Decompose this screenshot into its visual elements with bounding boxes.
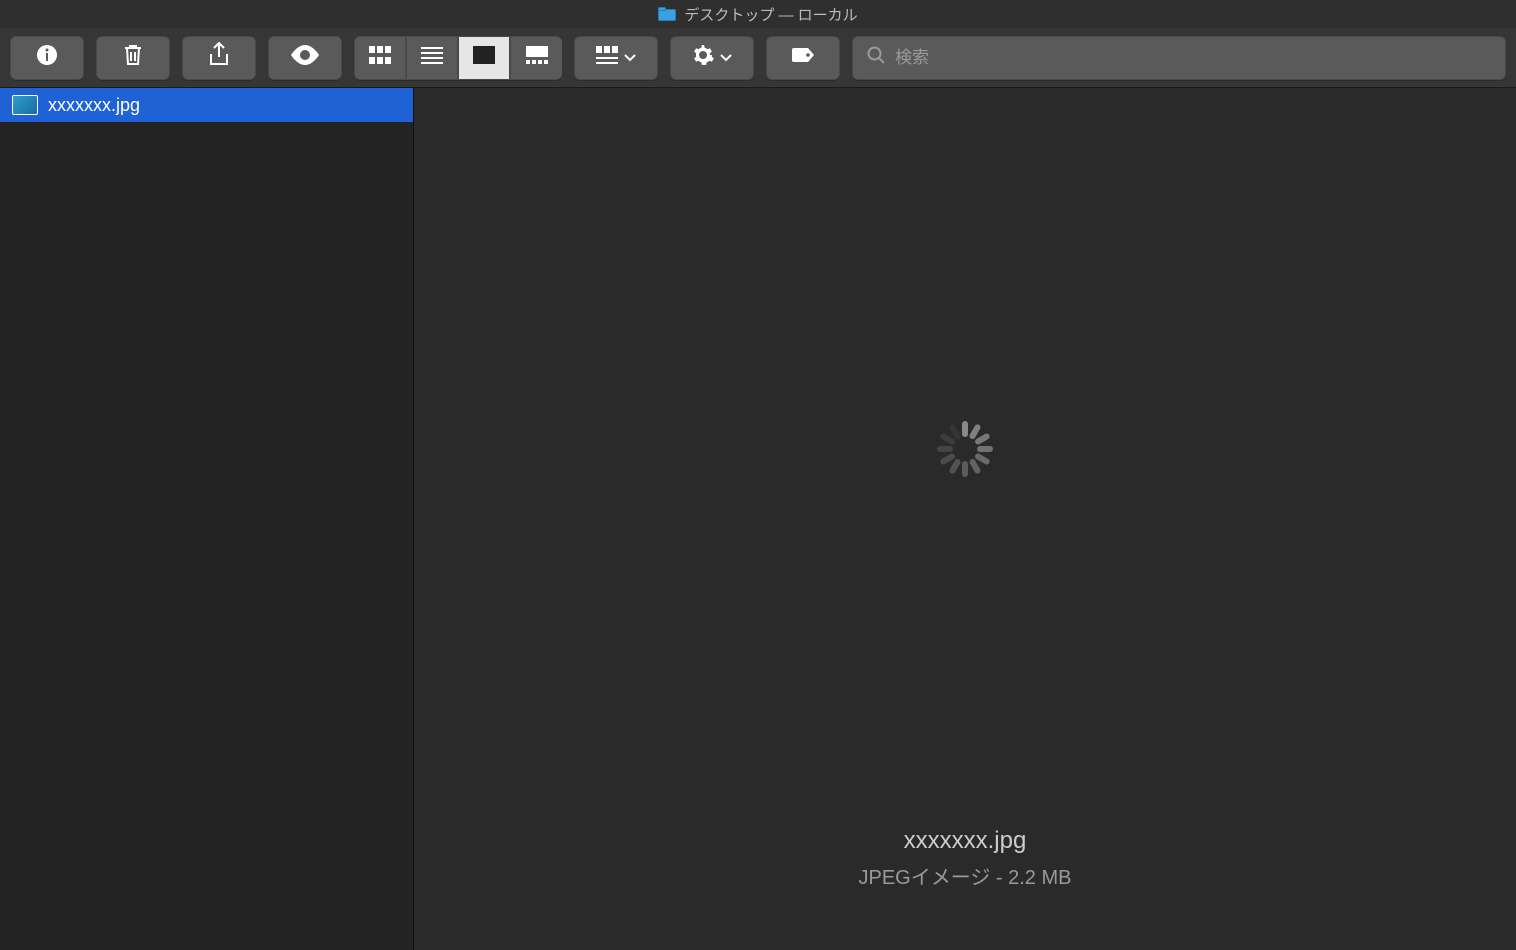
preview-filename: xxxxxxx.jpg xyxy=(859,827,1072,855)
icon-view-icon xyxy=(369,46,391,69)
preview-pane: xxxxxxx.jpg JPEGイメージ - 2.2 MB xyxy=(414,88,1516,950)
preview-subtitle: JPEGイメージ - 2.2 MB xyxy=(859,861,1072,890)
info-icon xyxy=(35,43,59,72)
view-mode-group xyxy=(354,36,562,80)
trash-icon xyxy=(122,43,144,72)
share-button[interactable] xyxy=(182,36,256,80)
icon-view-button[interactable] xyxy=(354,36,406,80)
loading-spinner-icon xyxy=(937,421,993,477)
group-icon xyxy=(596,46,618,69)
tag-icon xyxy=(790,46,816,69)
column-view-button[interactable] xyxy=(458,36,510,80)
file-name: xxxxxxx.jpg xyxy=(48,95,140,116)
image-thumb-icon xyxy=(12,95,38,115)
share-icon xyxy=(208,42,230,73)
gallery-view-button[interactable] xyxy=(510,36,562,80)
gear-icon xyxy=(692,44,714,71)
window-titlebar: デスクトップ — ローカル xyxy=(0,0,1516,28)
folder-icon xyxy=(658,7,676,21)
window-title: デスクトップ — ローカル xyxy=(684,4,857,25)
list-view-button[interactable] xyxy=(406,36,458,80)
search-icon xyxy=(867,46,885,69)
file-row[interactable]: xxxxxxx.jpg xyxy=(0,88,413,122)
search-field-wrap[interactable] xyxy=(852,36,1506,80)
column-view-icon xyxy=(473,46,495,69)
toolbar xyxy=(0,28,1516,88)
gallery-view-icon xyxy=(526,46,548,69)
info-button[interactable] xyxy=(10,36,84,80)
quicklook-button[interactable] xyxy=(268,36,342,80)
list-view-icon xyxy=(421,46,443,69)
group-button[interactable] xyxy=(574,36,658,80)
search-input[interactable] xyxy=(895,48,1491,68)
delete-button[interactable] xyxy=(96,36,170,80)
file-list-column[interactable]: xxxxxxx.jpg xyxy=(0,88,414,950)
action-menu-button[interactable] xyxy=(670,36,754,80)
chevron-down-icon xyxy=(720,49,732,67)
eye-icon xyxy=(290,45,320,70)
tags-button[interactable] xyxy=(766,36,840,80)
chevron-down-icon xyxy=(624,49,636,67)
